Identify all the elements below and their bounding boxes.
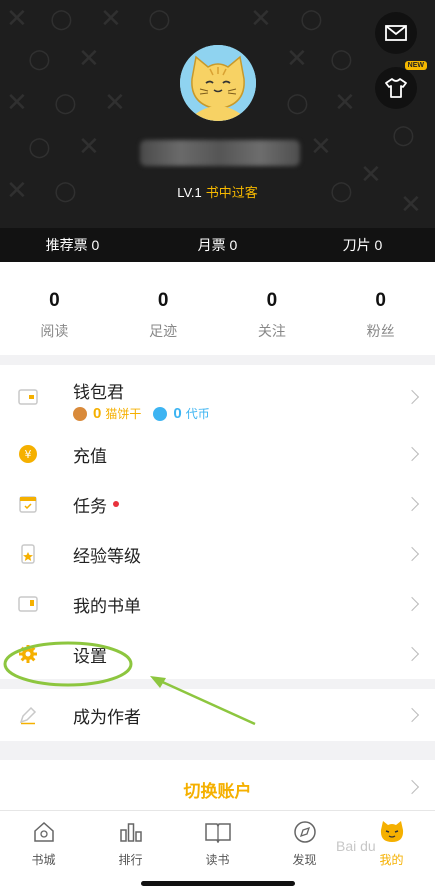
count-label: 足迹	[149, 324, 178, 340]
count-value: 0	[266, 290, 278, 311]
count-value: 0	[157, 290, 169, 311]
menu-item-become-author[interactable]: 成为作者	[0, 689, 435, 741]
count-fans[interactable]: 0 粉丝	[326, 262, 435, 355]
cat-cookie-value: 0	[93, 405, 102, 422]
menu-item-label: 我的书单	[73, 596, 141, 617]
level-title[interactable]: 书中过客	[206, 185, 258, 200]
tab-label: 排行	[118, 853, 143, 867]
count-footprint[interactable]: 0 足迹	[109, 262, 218, 355]
count-label: 关注	[257, 324, 286, 340]
chevron-right-icon	[404, 596, 420, 612]
open-book-icon	[204, 823, 231, 843]
tshirt-icon	[385, 78, 407, 98]
level-value: LV.1	[177, 185, 202, 200]
activity-counts: 0 阅读 0 足迹 0 关注 0 粉丝	[0, 262, 435, 355]
menu-item-label: 充值	[73, 446, 107, 467]
menu-item-label: 设置	[73, 646, 107, 667]
blade-stat[interactable]: 刀片 0	[290, 235, 435, 255]
coin-value: 0	[173, 405, 182, 422]
dress-up-button[interactable]: NEW	[375, 61, 427, 109]
wallet-balances: 0 猫饼干 0 代币	[73, 405, 210, 422]
new-badge: NEW	[404, 61, 427, 70]
profile-header: ✕ ○ ✕ ○ ✕ ○ ○ ✕ ✕ ○ ✕ ○ ✕ ○ ✕ ○ ○ ✕ ✕ ✕ ✕ ○ ○ ✕ NEW LV.1 书中过…	[0, 0, 435, 262]
tab-bookstore[interactable]: 书城	[0, 811, 87, 892]
notification-dot	[113, 501, 119, 507]
avatar[interactable]	[180, 45, 256, 121]
compass-icon	[293, 821, 316, 843]
house-icon	[33, 821, 54, 842]
chevron-right-icon	[404, 446, 420, 462]
medal-icon	[18, 544, 38, 564]
pen-icon	[18, 705, 38, 725]
recommend-ticket-stat[interactable]: 推荐票 0	[0, 235, 145, 255]
cat-cookie-label: 猫饼干	[105, 407, 142, 421]
cat-avatar-icon	[180, 45, 256, 121]
watermark: Bai du	[336, 838, 376, 854]
section-divider	[0, 679, 435, 689]
menu-item-my-booklist[interactable]: 我的书单	[0, 579, 435, 629]
switch-account-button[interactable]: 切换账户	[0, 760, 435, 814]
calendar-icon	[18, 494, 38, 514]
chevron-right-icon	[404, 707, 420, 723]
coin-label: 代币	[185, 407, 210, 421]
menu-item-label: 任务	[73, 496, 107, 517]
menu-item-label: 钱包君	[73, 383, 124, 403]
chevron-right-icon	[404, 496, 420, 512]
menu-item-label: 经验等级	[73, 546, 141, 567]
cat-face-icon	[380, 821, 403, 842]
menu-item-label: 成为作者	[73, 707, 141, 728]
ticket-stats-bar: 推荐票 0 月票 0 刀片 0	[0, 228, 435, 262]
menu-item-recharge[interactable]: ¥ 充值	[0, 429, 435, 479]
menu-item-tasks[interactable]: 任务	[0, 479, 435, 529]
menu-item-settings[interactable]: 设置	[0, 629, 435, 679]
count-label: 阅读	[40, 324, 69, 340]
count-read[interactable]: 0 阅读	[0, 262, 109, 355]
switch-account-label: 切换账户	[183, 782, 252, 802]
cat-cookie-icon	[73, 406, 87, 421]
tab-label: 读书	[205, 853, 230, 867]
messages-button[interactable]	[375, 12, 417, 54]
booklist-icon	[18, 594, 38, 614]
home-indicator[interactable]	[141, 881, 295, 886]
mail-icon	[385, 25, 407, 41]
user-level: LV.1 书中过客	[0, 182, 435, 201]
chevron-right-icon	[404, 646, 420, 662]
menu-list: 钱包君 0 猫饼干 0 代币 ¥ 充值 任务 经验等级 我的书单 设置 成为作者	[0, 365, 435, 741]
coin-icon	[153, 406, 168, 421]
monthly-ticket-stat[interactable]: 月票 0	[145, 235, 290, 255]
count-label: 粉丝	[366, 324, 395, 340]
chevron-right-icon	[404, 546, 420, 562]
header-pattern: ✕ ○ ✕ ○ ✕ ○ ○ ✕ ✕ ○ ✕ ○ ✕ ○ ✕ ○ ○ ✕ ✕ ✕ ✕ ○ ○ ✕	[6, 4, 422, 220]
count-value: 0	[375, 290, 386, 311]
tab-reading[interactable]: 读书	[174, 811, 261, 892]
tab-label: 书城	[31, 853, 56, 867]
wallet-icon	[18, 387, 38, 407]
bar-chart-icon	[119, 823, 142, 842]
menu-item-wallet[interactable]: 钱包君 0 猫饼干 0 代币	[0, 365, 435, 429]
gear-icon	[18, 644, 38, 664]
chevron-right-icon	[404, 389, 420, 405]
recharge-icon: ¥	[18, 444, 38, 464]
tab-discover[interactable]: 发现	[261, 811, 348, 892]
username-redacted	[140, 140, 300, 166]
svg-text:¥: ¥	[25, 448, 32, 461]
count-following[interactable]: 0 关注	[218, 262, 327, 355]
tab-label: 发现	[292, 853, 317, 867]
menu-item-exp-level[interactable]: 经验等级	[0, 529, 435, 579]
count-value: 0	[49, 290, 60, 311]
tab-ranking[interactable]: 排行	[87, 811, 174, 892]
